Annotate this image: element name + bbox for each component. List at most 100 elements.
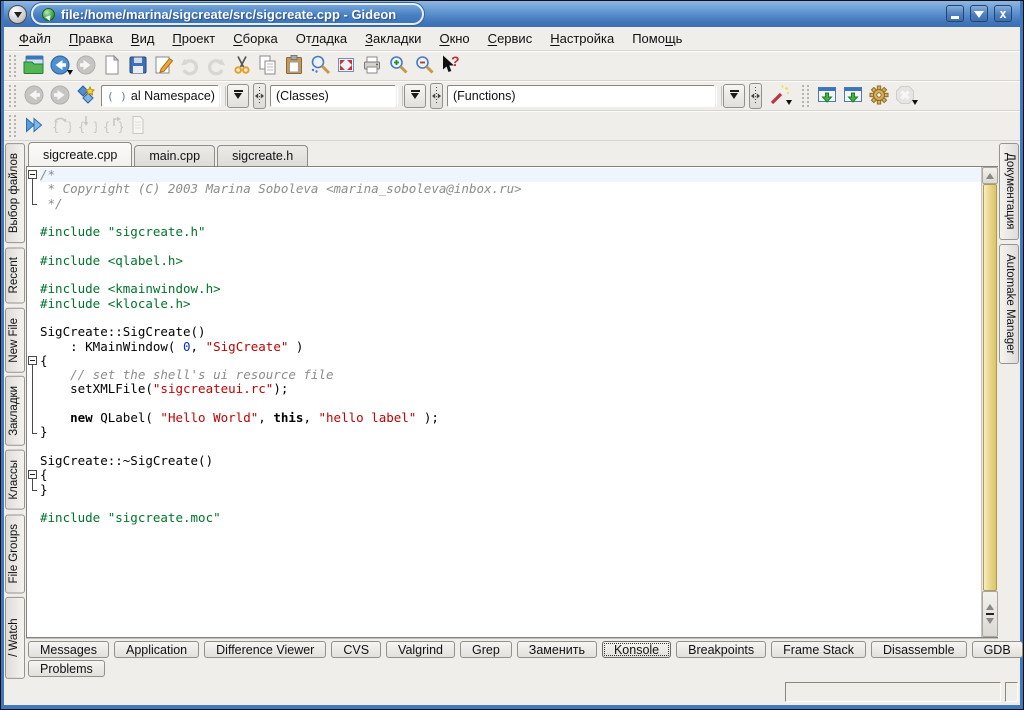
bottom-tab-disassemble[interactable]: Disassemble [871, 641, 967, 658]
cut-button[interactable] [229, 53, 255, 79]
bottom-tab-cvs[interactable]: CVS [331, 641, 381, 658]
namespace-combo-arrow[interactable] [227, 84, 249, 108]
splitter-handle[interactable] [749, 83, 762, 109]
splitter-handle[interactable] [253, 83, 266, 109]
left-dock-tab-bookmarks[interactable]: Закладки [5, 376, 25, 446]
continue-button[interactable] [21, 113, 47, 139]
scrollbar-thumb[interactable] [983, 184, 997, 591]
toolbar-grip[interactable] [9, 115, 16, 137]
new-file-button[interactable] [99, 53, 125, 79]
toolbar-grip[interactable] [9, 85, 16, 107]
build-target-button[interactable] [840, 83, 866, 109]
print-button[interactable] [359, 53, 385, 79]
splitter-handle[interactable] [430, 83, 443, 109]
bottom-tab-problems[interactable]: Problems [28, 660, 105, 677]
save-button[interactable] [125, 53, 151, 79]
minus-icon [986, 613, 994, 615]
back-button[interactable] [47, 53, 73, 79]
zoom-out-button[interactable] [411, 53, 437, 79]
menu-build[interactable]: Сборка [224, 29, 287, 48]
toolbar-grip[interactable] [802, 85, 809, 107]
editor-tab-main-cpp[interactable]: main.cpp [134, 145, 215, 166]
zoom-in-button[interactable] [385, 53, 411, 79]
menu-debug[interactable]: Отладка [287, 29, 356, 48]
scrollbar-up-button[interactable] [982, 167, 998, 184]
fold-marker[interactable] [28, 170, 37, 179]
class-browser-button[interactable] [73, 83, 99, 109]
gear-icon [868, 84, 890, 109]
editor-tab-sigcreate-cpp[interactable]: sigcreate.cpp [28, 142, 132, 166]
left-dock-tab-recent[interactable]: Recent [5, 247, 25, 303]
bottom-tab-grep[interactable]: Grep [460, 641, 512, 658]
menu-project[interactable]: Проект [163, 29, 224, 48]
namespace-combo[interactable]: ( ) al Namespace) [101, 84, 249, 108]
nav-back-button [21, 83, 47, 109]
step-into-button: { } [73, 113, 99, 139]
menu-window[interactable]: Окно [430, 29, 478, 48]
toolbar-grip[interactable] [9, 55, 16, 77]
save-icon [127, 54, 149, 79]
arrow-up-icon [986, 169, 994, 179]
menu-edit[interactable]: Правка [60, 29, 122, 48]
code-line: new QLabel( "Hello World", this, "hello … [40, 411, 981, 425]
functions-combo[interactable]: (Functions) [447, 84, 745, 108]
bottom-tab-valgrind[interactable]: Valgrind [386, 641, 455, 658]
editor-tab-sigcreate-h[interactable]: sigcreate.h [217, 145, 308, 166]
wand-button[interactable] [766, 83, 792, 109]
left-dock-tab-classes[interactable]: Классы [5, 450, 25, 510]
menu-bookmarks[interactable]: Закладки [356, 29, 430, 48]
menu-tools[interactable]: Сервис [479, 29, 542, 48]
classes-combo-value: (Classes) [276, 89, 329, 103]
fullscreen-button[interactable] [333, 53, 359, 79]
left-dock-tab-watch[interactable]: / Watch [5, 597, 25, 679]
scrollbar-down-cluster[interactable] [982, 591, 998, 637]
combo-grip [716, 86, 722, 106]
window-menu-button[interactable] [8, 5, 27, 24]
copy-button[interactable] [255, 53, 281, 79]
bottom-tab-breakpoints[interactable]: Breakpoints [676, 641, 766, 658]
menu-file[interactable]: Файл [10, 29, 60, 48]
left-dock-tab-new-file[interactable]: New File [5, 308, 25, 373]
right-dock-tab-automake-manager[interactable]: Automake Manager [999, 244, 1019, 364]
window-title: file:/home/marina/sigcreate/src/sigcreat… [61, 7, 396, 22]
code-area[interactable]: /* * Copyright (C) 2003 Marina Soboleva … [40, 167, 981, 637]
menu-help[interactable]: Помощь [623, 29, 691, 48]
code-line [40, 497, 981, 511]
compile-file-button[interactable] [814, 83, 840, 109]
menu-view[interactable]: Вид [122, 29, 164, 48]
gear-button[interactable] [866, 83, 892, 109]
classes-combo[interactable]: (Classes) [270, 84, 426, 108]
bottom-tab-difference-viewer[interactable]: Difference Viewer [204, 641, 326, 658]
code-editor[interactable]: /* * Copyright (C) 2003 Marina Soboleva … [27, 167, 981, 637]
scrollbar-track[interactable] [982, 184, 998, 591]
left-dock-tab-file-groups[interactable]: File Groups [5, 514, 25, 593]
open-folder-button[interactable] [21, 53, 47, 79]
editor-vertical-scrollbar[interactable] [981, 167, 998, 637]
minimize-icon [951, 16, 959, 19]
bottom-tab-messages[interactable]: Messages [28, 641, 109, 658]
bottom-tab-konsole[interactable]: Konsole [602, 641, 671, 658]
menubar: ФайлПравкаВидПроектСборкаОтладкаЗакладки… [4, 27, 1020, 51]
fold-marker[interactable] [28, 356, 37, 365]
whats-this-button[interactable]: ? [437, 53, 463, 79]
bottom-tab-application[interactable]: Application [114, 641, 199, 658]
functions-combo-arrow[interactable] [723, 84, 745, 108]
shade-button[interactable] [970, 5, 988, 22]
right-dock-tab-documentation[interactable]: Документация [999, 143, 1019, 240]
left-dock-tab-file-selector[interactable]: Выбор файлов [5, 143, 25, 243]
bottom-tab-frame-stack[interactable]: Frame Stack [771, 641, 866, 658]
save-as-button[interactable] [151, 53, 177, 79]
minimize-button[interactable] [946, 5, 964, 22]
close-button[interactable]: x [994, 5, 1012, 22]
fold-margin[interactable] [27, 167, 40, 637]
menu-settings[interactable]: Настройка [541, 29, 623, 48]
classes-combo-arrow[interactable] [404, 84, 426, 108]
search-button[interactable] [307, 53, 333, 79]
fold-marker[interactable] [28, 470, 37, 479]
step-over-icon: { } [49, 114, 71, 139]
code-line: * Copyright (C) 2003 Marina Soboleva <ma… [40, 182, 981, 196]
status-field [785, 682, 1001, 702]
titlebar[interactable]: file:/home/marina/sigcreate/src/sigcreat… [4, 1, 1020, 27]
bottom-tab-replace[interactable]: Заменить [517, 641, 597, 658]
paste-button[interactable] [281, 53, 307, 79]
